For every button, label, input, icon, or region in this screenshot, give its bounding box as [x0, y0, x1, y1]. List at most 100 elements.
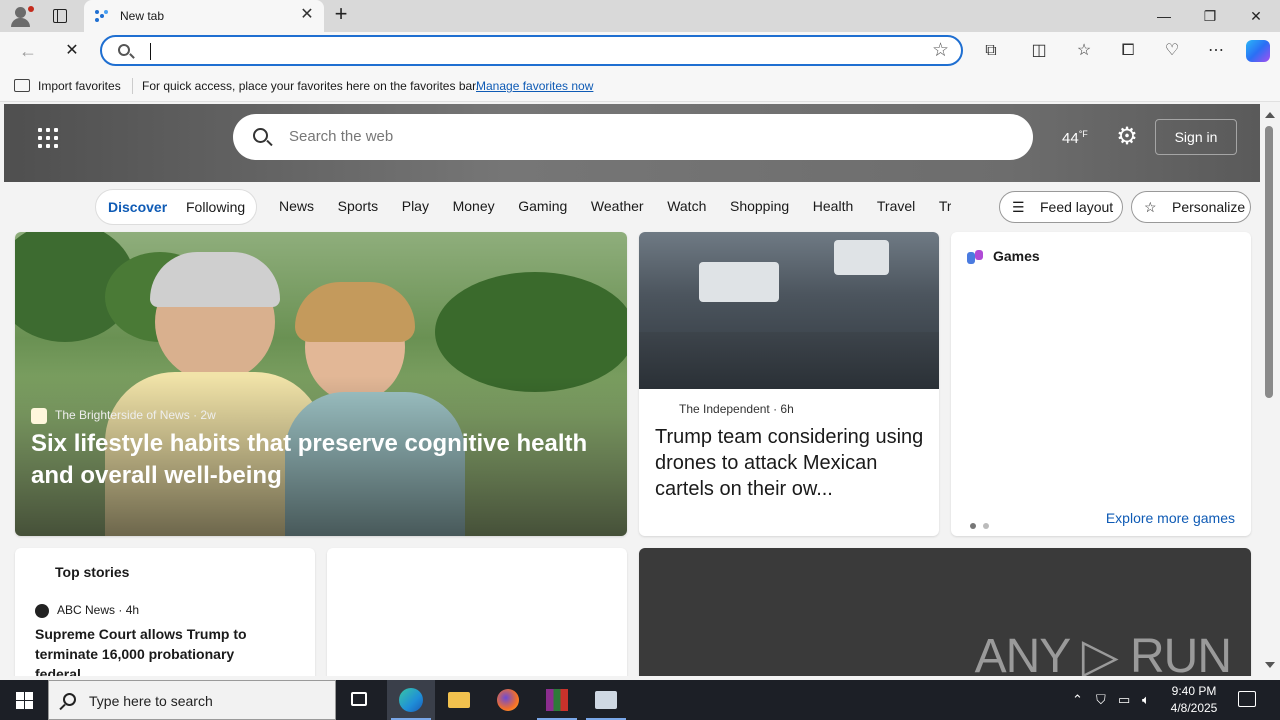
tab-following[interactable]: Following: [186, 199, 245, 215]
divider: [132, 78, 133, 94]
import-favorites-icon[interactable]: [14, 79, 30, 92]
more-icon[interactable]: ⋯: [1205, 40, 1227, 62]
category-health[interactable]: Health: [813, 198, 853, 214]
top-stories-card: Top stories ABC News · 4h Supreme Court …: [15, 548, 315, 676]
edge-newtab-icon: [94, 9, 110, 23]
feed-mode-toggle: Discover Following: [95, 189, 257, 225]
temperature-unit: °F: [1078, 129, 1088, 139]
notifications-icon[interactable]: [1238, 691, 1256, 707]
personalize-button[interactable]: ☆ Personalize: [1131, 191, 1251, 223]
tab-discover[interactable]: Discover: [108, 199, 167, 215]
hero-source-name: The Brighterside of News: [55, 408, 190, 423]
category-traffic[interactable]: Traffic: [939, 198, 951, 214]
address-bar[interactable]: ☆: [100, 35, 963, 66]
category-weather[interactable]: Weather: [591, 198, 644, 214]
hero-source: The Brighterside of News · 2w: [31, 408, 216, 424]
import-favorites-button[interactable]: Import favorites: [38, 79, 121, 93]
brighterside-logo-icon: [31, 408, 47, 424]
search-icon: [118, 44, 130, 56]
favorites-icon[interactable]: ☆: [1073, 40, 1095, 62]
category-news[interactable]: News: [279, 198, 314, 214]
feed-layout-button[interactable]: ☰ Feed layout: [999, 191, 1123, 223]
favorites-hint: For quick access, place your favorites h…: [142, 79, 479, 93]
system-clock[interactable]: 9:40 PM 4/8/2025: [1166, 683, 1222, 717]
hero-age: 2w: [200, 408, 216, 423]
personalize-label: Personalize: [1172, 199, 1246, 215]
task-view-icon[interactable]: [336, 680, 384, 720]
category-play[interactable]: Play: [402, 198, 429, 214]
minimize-button[interactable]: —: [1141, 0, 1187, 32]
windshield-dash: [639, 332, 939, 389]
extensions-icon[interactable]: ⧉: [980, 40, 1002, 62]
web-search-box[interactable]: Search the web: [233, 114, 1033, 160]
clock-date: 4/8/2025: [1170, 701, 1218, 715]
manage-favorites-link[interactable]: Manage favorites now: [476, 79, 593, 93]
carousel-dots[interactable]: [970, 517, 996, 532]
category-money[interactable]: Money: [453, 198, 495, 214]
taskbar-search-placeholder: Type here to search: [89, 693, 213, 709]
category-shopping[interactable]: Shopping: [730, 198, 789, 214]
network-icon[interactable]: ▭: [1118, 692, 1130, 708]
stop-loading-icon[interactable]: ✕: [58, 38, 86, 64]
volume-icon[interactable]: 🔈︎: [1142, 692, 1150, 708]
browser-toolbar: ← ✕ ☆ ⧉ ◫ ☆ ⧠ ♡ ⋯: [0, 32, 1280, 70]
weather-temperature[interactable]: 44°F: [1062, 129, 1088, 147]
collections-icon[interactable]: ⧠: [1117, 40, 1139, 62]
browser-essentials-icon[interactable]: ♡: [1161, 40, 1183, 62]
category-sports[interactable]: Sports: [338, 198, 378, 214]
web-search-placeholder: Search the web: [289, 128, 394, 145]
story-headline[interactable]: Trump team considering using drones to a…: [655, 424, 927, 502]
firefox-icon[interactable]: [484, 680, 532, 720]
chevron-up-icon[interactable]: ⌃: [1072, 692, 1083, 708]
empty-card: [327, 548, 627, 676]
dark-promo-card[interactable]: ANY ▷ RUN: [639, 548, 1251, 676]
scroll-thumb[interactable]: [1265, 126, 1273, 398]
gear-icon[interactable]: ⚙: [1114, 124, 1140, 150]
scroll-down-icon[interactable]: [1265, 662, 1275, 668]
sign-in-button[interactable]: Sign in: [1155, 119, 1237, 155]
story-source: The Independent · 6h: [679, 402, 794, 416]
star-edit-icon: ☆: [1144, 199, 1157, 215]
games-icon: [967, 250, 985, 265]
anyrun-watermark: ANY ▷ RUN: [974, 630, 1232, 676]
favorite-star-icon[interactable]: ☆: [932, 39, 949, 62]
hero-article-card[interactable]: The Brighterside of News · 2w Six lifest…: [15, 232, 627, 536]
category-watch[interactable]: Watch: [667, 198, 706, 214]
tab-new-tab[interactable]: New tab ✕: [84, 0, 324, 32]
title-bar: New tab ✕ + — ❐ ✕: [0, 0, 1280, 32]
file-explorer-icon[interactable]: [435, 680, 483, 720]
text-caret: [150, 43, 151, 60]
security-icon[interactable]: ⛉: [1096, 692, 1106, 708]
feed-nav: Discover Following News Sports Play Mone…: [4, 188, 1260, 226]
page-scrollbar[interactable]: [1261, 104, 1280, 676]
app-launcher-icon[interactable]: [38, 128, 58, 148]
search-icon: [63, 693, 76, 706]
scroll-up-icon[interactable]: [1265, 112, 1275, 118]
windows-start-icon[interactable]: [0, 680, 48, 720]
category-gaming[interactable]: Gaming: [518, 198, 567, 214]
new-tab-page: Search the web 44°F ⚙ Sign in Discover F…: [4, 104, 1260, 676]
explore-games-link[interactable]: Explore more games: [1106, 510, 1235, 526]
app-window-icon[interactable]: [582, 680, 630, 720]
profile-avatar-icon[interactable]: [8, 4, 34, 28]
tab-close-icon[interactable]: ✕: [298, 6, 316, 24]
edge-taskbar-icon[interactable]: [387, 680, 435, 720]
top-banner: Search the web 44°F ⚙ Sign in: [4, 104, 1260, 182]
top-story-headline[interactable]: Supreme Court allows Trump to terminate …: [35, 624, 295, 676]
category-travel[interactable]: Travel: [877, 198, 915, 214]
new-tab-button[interactable]: +: [330, 3, 352, 26]
restore-button[interactable]: ❐: [1187, 0, 1233, 32]
news-article-card[interactable]: The Independent · 6h Trump team consider…: [639, 232, 939, 536]
story-image: [639, 232, 939, 389]
split-screen-icon[interactable]: ◫: [1028, 40, 1050, 62]
tab-actions-icon[interactable]: [50, 7, 70, 25]
games-header: Games: [967, 248, 1040, 265]
copilot-icon[interactable]: [1246, 40, 1270, 62]
taskbar-search[interactable]: Type here to search: [48, 680, 336, 720]
winrar-icon[interactable]: [533, 680, 581, 720]
top-stories-title: Top stories: [55, 564, 130, 580]
close-window-button[interactable]: ✕: [1233, 0, 1279, 32]
back-arrow-icon[interactable]: ←: [14, 38, 42, 64]
hero-headline[interactable]: Six lifestyle habits that preserve cogni…: [31, 428, 621, 492]
tab-title: New tab: [120, 9, 165, 23]
